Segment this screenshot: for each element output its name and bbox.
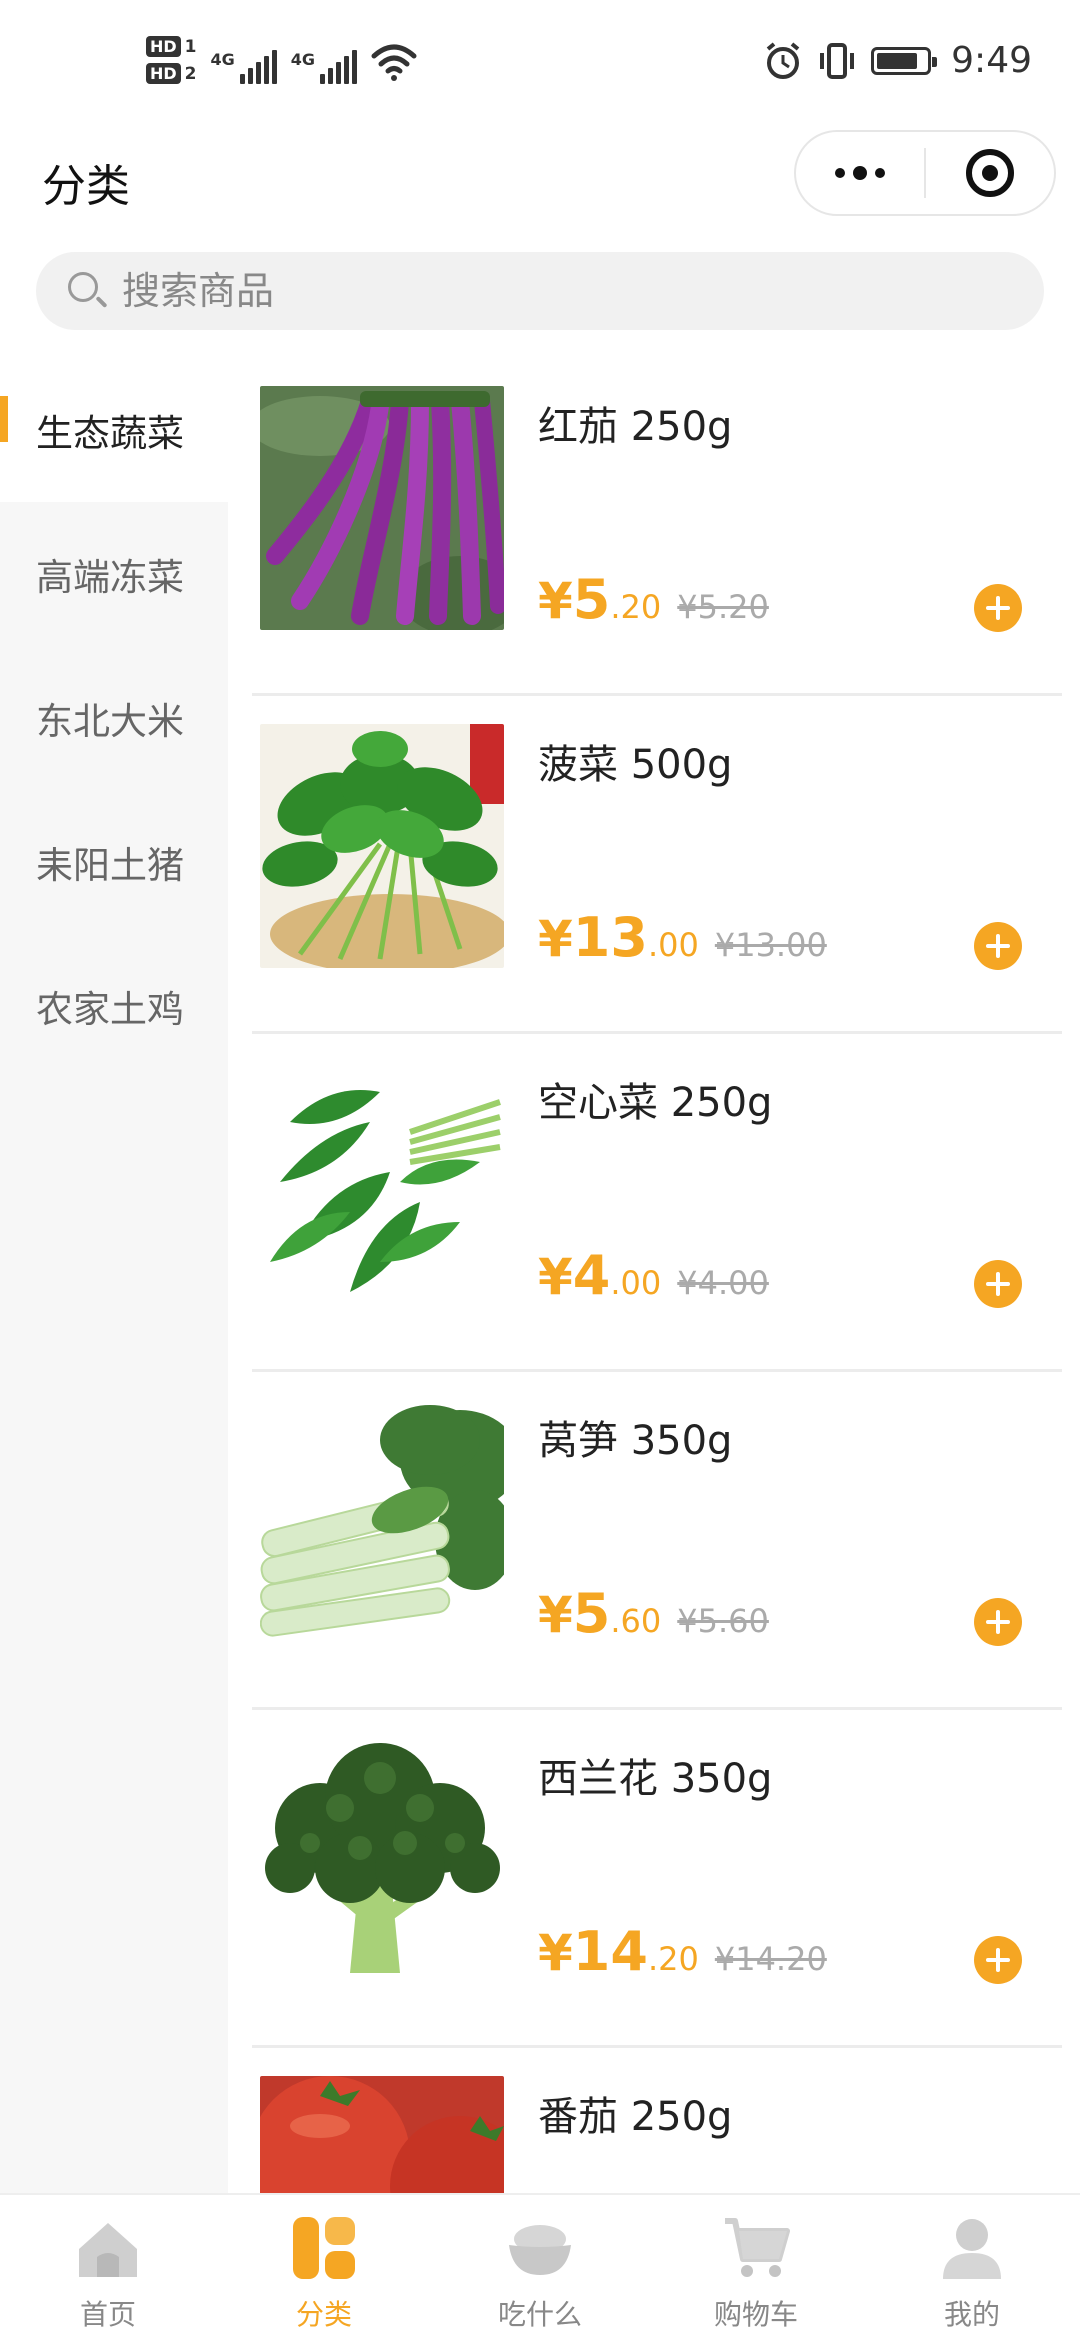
category-icon xyxy=(293,2217,355,2279)
add-to-cart-button[interactable] xyxy=(974,1598,1022,1646)
vibrate-icon xyxy=(820,42,855,79)
hd-indicator-2: HD 2 xyxy=(146,63,197,84)
product-price: ¥4.00 ¥4.00 xyxy=(538,1244,769,1307)
sidebar-item-eco-vegetables[interactable]: 生态蔬菜 xyxy=(0,358,228,502)
status-time: 9:49 xyxy=(951,40,1032,81)
bottom-tab-bar: 首页 分类 吃什么 购物车 我的 xyxy=(0,2193,1080,2340)
status-bar-right: 9:49 xyxy=(763,40,1032,81)
hd-indicators: HD 1 HD 2 xyxy=(146,36,197,84)
add-to-cart-button[interactable] xyxy=(974,1936,1022,1984)
tab-home[interactable]: 首页 xyxy=(0,2195,216,2340)
product-item[interactable]: 番茄 250g xyxy=(252,2048,1062,2193)
wifi-icon xyxy=(371,44,417,81)
category-sidebar: 生态蔬菜 高端冻菜 东北大米 耒阳土猪 农家土鸡 xyxy=(0,358,228,2193)
product-name: 菠菜 500g xyxy=(538,742,733,788)
more-dots-icon xyxy=(835,168,845,178)
more-button[interactable] xyxy=(796,132,924,214)
hd-indicator-1: HD 1 xyxy=(146,36,197,57)
product-price: ¥5.20 ¥5.20 xyxy=(538,568,769,631)
original-price: ¥5.20 xyxy=(677,588,769,626)
product-name: 莴笋 350g xyxy=(538,1418,733,1464)
product-name: 番茄 250g xyxy=(538,2094,733,2140)
product-image-water-spinach[interactable] xyxy=(260,1062,504,1306)
battery-icon xyxy=(871,46,938,75)
bowl-icon xyxy=(509,2225,571,2275)
product-price: ¥5.60 ¥5.60 xyxy=(538,1582,769,1645)
product-price: ¥14.20 ¥14.20 xyxy=(538,1920,827,1983)
product-name: 空心菜 250g xyxy=(538,1080,773,1126)
product-name: 红茄 250g xyxy=(538,404,733,450)
user-icon xyxy=(943,2219,1001,2279)
add-to-cart-button[interactable] xyxy=(974,584,1022,632)
search-input[interactable] xyxy=(122,269,922,313)
search-bar[interactable] xyxy=(36,252,1044,330)
product-image-tomato[interactable] xyxy=(260,2076,504,2193)
tab-mine[interactable]: 我的 xyxy=(864,2195,1080,2340)
product-image-lettuce-stem[interactable] xyxy=(260,1400,504,1644)
search-icon xyxy=(66,270,108,312)
product-image-eggplant[interactable] xyxy=(260,386,504,630)
home-icon xyxy=(79,2223,137,2277)
tab-cart[interactable]: 购物车 xyxy=(648,2195,864,2340)
product-price: ¥13.00 ¥13.00 xyxy=(538,906,827,969)
add-to-cart-button[interactable] xyxy=(974,1260,1022,1308)
sidebar-item-leiyang-pork[interactable]: 耒阳土猪 xyxy=(0,790,228,934)
product-item[interactable]: 空心菜 250g ¥4.00 ¥4.00 xyxy=(252,1034,1062,1372)
original-price: ¥5.60 xyxy=(677,1602,769,1640)
product-image-broccoli[interactable] xyxy=(260,1738,504,1982)
target-circle-icon xyxy=(966,149,1014,197)
product-list: 红茄 250g ¥5.20 ¥5.20 菠菜 500g ¥ 13 .00 ¥13… xyxy=(252,358,1062,2193)
add-to-cart-button[interactable] xyxy=(974,922,1022,970)
sidebar-item-frozen-vegetables[interactable]: 高端冻菜 xyxy=(0,502,228,646)
title-bar: 分类 xyxy=(0,130,1080,250)
product-item[interactable]: 红茄 250g ¥5.20 ¥5.20 xyxy=(252,358,1062,696)
original-price: ¥4.00 xyxy=(677,1264,769,1302)
mini-program-capsule xyxy=(794,130,1056,216)
tab-what-to-eat[interactable]: 吃什么 xyxy=(432,2195,648,2340)
alarm-icon xyxy=(766,41,800,79)
tab-category[interactable]: 分类 xyxy=(216,2195,432,2340)
product-name: 西兰花 350g xyxy=(538,1756,773,1802)
status-bar-left: HD 1 HD 2 4G 4G xyxy=(146,36,417,84)
product-image-spinach[interactable] xyxy=(260,724,504,968)
original-price: ¥14.20 xyxy=(714,1940,827,1978)
status-bar: HD 1 HD 2 4G 4G 9:49 xyxy=(0,0,1080,130)
sidebar-item-farm-chicken[interactable]: 农家土鸡 xyxy=(0,934,228,1078)
sidebar-item-northeast-rice[interactable]: 东北大米 xyxy=(0,646,228,790)
page-title: 分类 xyxy=(42,161,130,212)
cart-icon xyxy=(725,2218,790,2277)
close-button[interactable] xyxy=(926,132,1054,214)
signal-icon: 4G xyxy=(211,50,277,84)
signal-icon: 4G xyxy=(291,50,358,84)
product-item[interactable]: 菠菜 500g ¥13.00 ¥13.00 xyxy=(252,696,1062,1034)
product-item[interactable]: 西兰花 350g ¥14.20 ¥14.20 xyxy=(252,1710,1062,2048)
original-price: ¥13.00 xyxy=(714,926,827,964)
product-item[interactable]: 莴笋 350g ¥5.60 ¥5.60 xyxy=(252,1372,1062,1710)
